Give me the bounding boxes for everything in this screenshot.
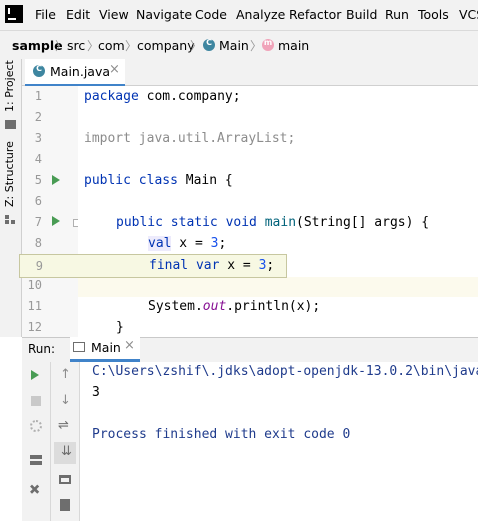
- menu-refactor[interactable]: Refactor: [289, 7, 341, 22]
- line-number: 6: [34, 194, 42, 208]
- pin-icon[interactable]: ✚: [24, 480, 44, 500]
- menu-run[interactable]: Run: [385, 7, 409, 22]
- line-number: 2: [34, 110, 42, 124]
- console-line: Process finished with exit code 0: [92, 427, 351, 442]
- chevron-right-icon: 〉: [125, 39, 138, 53]
- breadcrumb-main-method[interactable]: main: [278, 38, 309, 53]
- rerun-icon[interactable]: [31, 370, 39, 380]
- settings-icon[interactable]: [30, 420, 42, 432]
- run-class-icon[interactable]: [52, 175, 60, 185]
- code-line-3: import java.util.ArrayList;: [84, 131, 296, 146]
- intellij-logo-icon: [5, 5, 23, 23]
- caret-line-highlight: [78, 277, 478, 297]
- run-toolbar-primary: ✚: [22, 362, 51, 521]
- scroll-down-icon[interactable]: ↓: [60, 393, 71, 408]
- menu-edit[interactable]: Edit: [66, 7, 90, 22]
- tab-label: Main.java: [50, 64, 111, 79]
- run-tab-main[interactable]: Main ×: [70, 337, 140, 362]
- breadcrumb-com[interactable]: com: [98, 38, 125, 53]
- code-line-5: public class Main {: [84, 173, 233, 188]
- line-number: 11: [27, 299, 42, 313]
- folder-icon[interactable]: [5, 120, 16, 129]
- method-icon: m: [262, 38, 274, 51]
- breadcrumb-main-class[interactable]: Main: [219, 38, 249, 53]
- code-line-8: val x = 3;: [148, 236, 227, 251]
- run-method-icon[interactable]: [52, 216, 60, 226]
- line-number: 3: [34, 131, 42, 145]
- line-number: 12: [27, 320, 42, 334]
- menu-tools[interactable]: Tools: [418, 7, 449, 22]
- breadcrumb-company[interactable]: company: [137, 38, 195, 53]
- code-line-7: public static void main(String[] args) {: [116, 215, 430, 230]
- structure-tool-label[interactable]: Z: Structure: [3, 141, 16, 207]
- menu-analyze[interactable]: Analyze: [236, 7, 285, 22]
- line-number: 7: [34, 215, 42, 229]
- console-line: C:\Users\zshif\.jdks\adopt-openjdk-13.0.…: [92, 364, 478, 379]
- line-number: 8: [34, 236, 42, 250]
- scroll-to-end-icon[interactable]: ⇊: [54, 442, 76, 464]
- console-line: 3: [92, 385, 100, 400]
- project-tool-label[interactable]: 1: Project: [3, 60, 16, 112]
- code-line-1: package com.company;: [84, 89, 241, 104]
- chevron-right-icon: 〉: [55, 39, 68, 53]
- breadcrumb-src[interactable]: src: [67, 38, 85, 53]
- layout-icon[interactable]: [30, 455, 42, 465]
- print-icon[interactable]: [59, 475, 71, 484]
- class-icon: C: [33, 64, 45, 77]
- stop-icon[interactable]: [31, 396, 41, 406]
- structure-icon[interactable]: [5, 215, 16, 225]
- run-toolbar-secondary: ↑ ↓ ⇌ ⇊: [51, 362, 80, 521]
- left-tool-strip: 1: Project Z: Structure: [0, 59, 22, 337]
- trash-icon[interactable]: [60, 499, 70, 511]
- breadcrumb: sample 〉 src 〉 com 〉 company 〉 C Main 〉 …: [0, 30, 478, 60]
- code-editor[interactable]: package com.company; import java.util.Ar…: [78, 86, 478, 337]
- code-line-12: }: [116, 320, 124, 335]
- line-number: 9: [35, 259, 43, 273]
- run-panel-label: Run:: [28, 342, 56, 356]
- soft-wrap-icon[interactable]: ⇌: [58, 418, 69, 433]
- scroll-up-icon[interactable]: ↑: [60, 367, 71, 382]
- menu-build[interactable]: Build: [346, 7, 377, 22]
- close-icon[interactable]: ×: [109, 62, 120, 77]
- menu-view[interactable]: View: [99, 7, 129, 22]
- line-number: 10: [27, 278, 42, 292]
- line-number: 1: [34, 89, 42, 103]
- chevron-right-icon: 〉: [250, 39, 263, 53]
- menu-code[interactable]: Code: [195, 7, 227, 22]
- class-icon: C: [203, 38, 215, 51]
- menu-file[interactable]: File: [35, 7, 56, 22]
- inline-hint-popup: 9 final var x = 3;: [19, 254, 287, 278]
- tab-main-java[interactable]: C Main.java ×: [25, 59, 125, 87]
- line-number: 4: [34, 152, 42, 166]
- menu-navigate[interactable]: Navigate: [136, 7, 192, 22]
- run-tab-label: Main: [91, 340, 121, 355]
- console-icon: [73, 342, 85, 352]
- menu-bar: File Edit View Navigate Code Analyze Ref…: [0, 0, 478, 30]
- code-line-9: final var x = 3;: [149, 258, 275, 273]
- menu-vcs[interactable]: VCS: [459, 7, 478, 22]
- close-icon[interactable]: ×: [124, 338, 135, 353]
- code-line-11: System.out.println(x);: [148, 299, 321, 314]
- chevron-right-icon: 〉: [190, 39, 203, 53]
- console-output[interactable]: C:\Users\zshif\.jdks\adopt-openjdk-13.0.…: [80, 362, 478, 521]
- line-number: 5: [34, 173, 42, 187]
